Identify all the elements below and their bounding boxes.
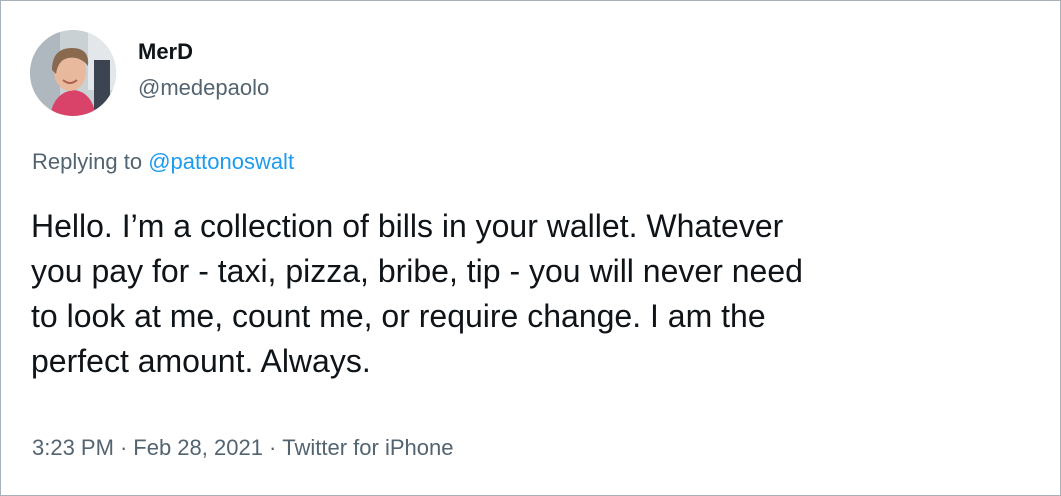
tweet-client-link[interactable]: Twitter for iPhone [282, 435, 453, 460]
author-display-name[interactable]: MerD [138, 39, 193, 65]
avatar-photo [30, 30, 116, 116]
tweet-time[interactable]: 3:23 PM [32, 435, 114, 460]
replying-to-line: Replying to @pattonoswalt [32, 149, 294, 175]
tweet-card: MerD @medepaolo Replying to @pattonoswal… [0, 0, 1061, 496]
replying-to-handle-link[interactable]: @pattonoswalt [148, 149, 294, 174]
author-handle[interactable]: @medepaolo [138, 75, 269, 101]
tweet-text: Hello. I’m a collection of bills in your… [31, 208, 803, 379]
meta-separator: · [119, 435, 128, 460]
avatar[interactable] [30, 30, 116, 116]
tweet-meta: 3:23 PM · Feb 28, 2021 · Twitter for iPhone [32, 435, 453, 461]
tweet-date[interactable]: Feb 28, 2021 [133, 435, 263, 460]
replying-to-label: Replying to [32, 149, 143, 174]
meta-separator: · [268, 435, 277, 460]
